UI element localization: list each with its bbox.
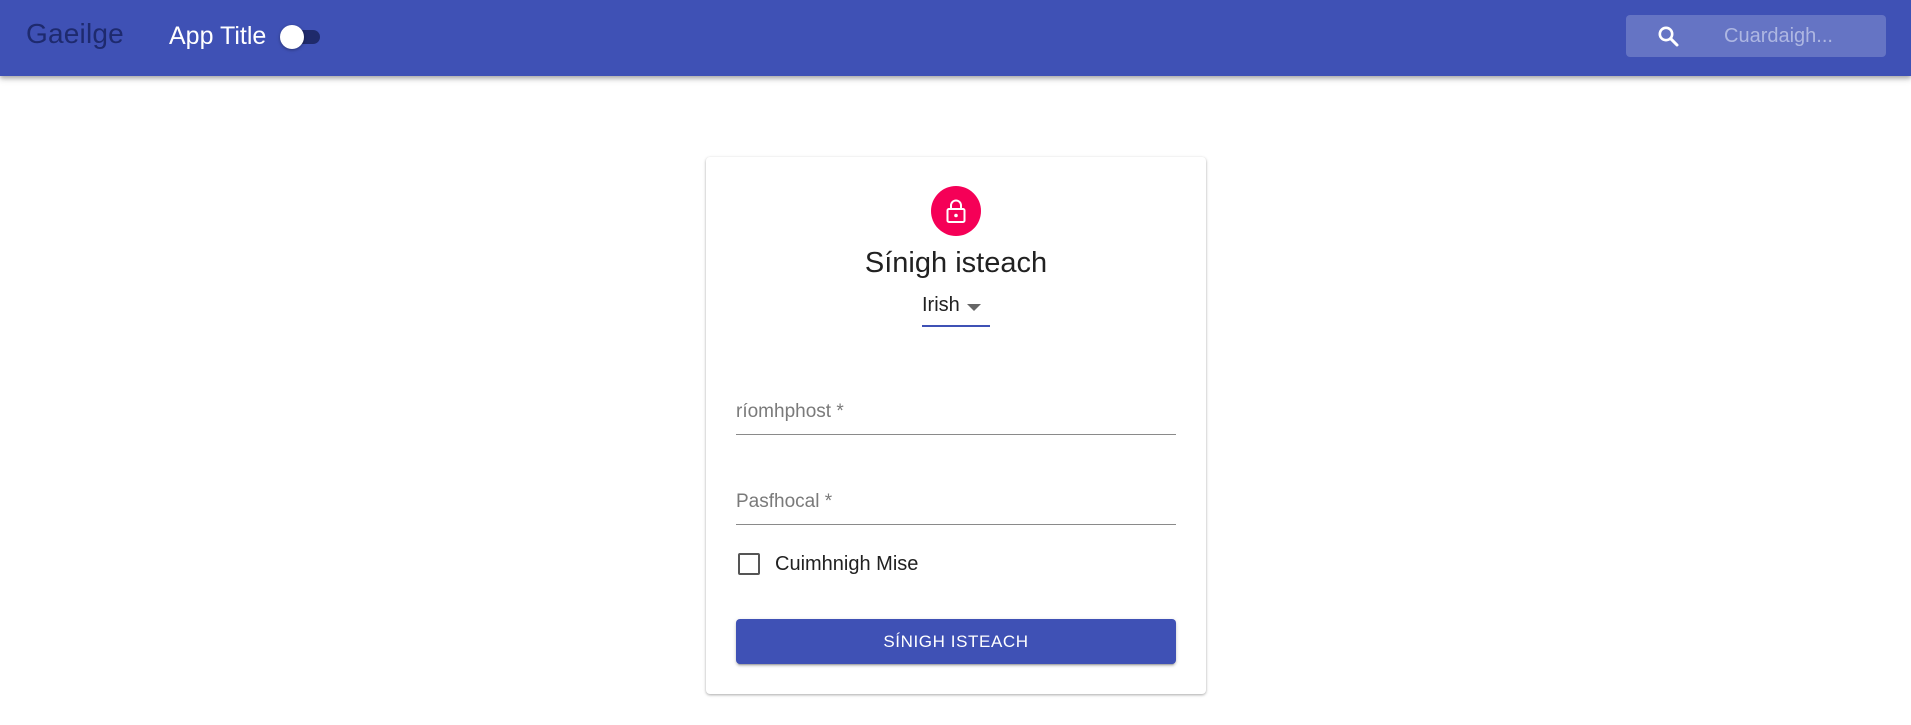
app-bar: Gaeilge App Title [0,0,1911,76]
search-input[interactable] [1724,21,1874,51]
password-field[interactable]: Pasfhocal * [736,481,1176,525]
language-select-value: Irish [922,294,960,316]
language-select[interactable]: Irish [922,287,990,327]
brand-logo-text[interactable]: Gaeilge [26,18,124,50]
caret-down-icon [967,304,981,311]
password-input[interactable] [736,485,1176,521]
remember-me-label[interactable]: Cuimhnigh Mise [775,553,918,576]
lock-icon [946,199,966,223]
search-icon[interactable] [1656,24,1680,48]
email-field[interactable]: ríomhphost * [736,391,1176,435]
app-title: App Title [169,22,267,50]
search-box[interactable] [1626,15,1886,57]
toggle-thumb[interactable] [280,25,304,49]
theme-toggle[interactable] [280,25,326,49]
remember-me-checkbox[interactable] [738,553,760,575]
sign-in-card: Sínigh isteach Irish ríomhphost * Pasfho… [706,157,1206,694]
page-title: Sínigh isteach [864,247,1048,279]
email-input[interactable] [736,395,1176,431]
sign-in-button[interactable]: SÍNIGH ISTEACH [736,619,1176,664]
lock-avatar [931,186,981,236]
